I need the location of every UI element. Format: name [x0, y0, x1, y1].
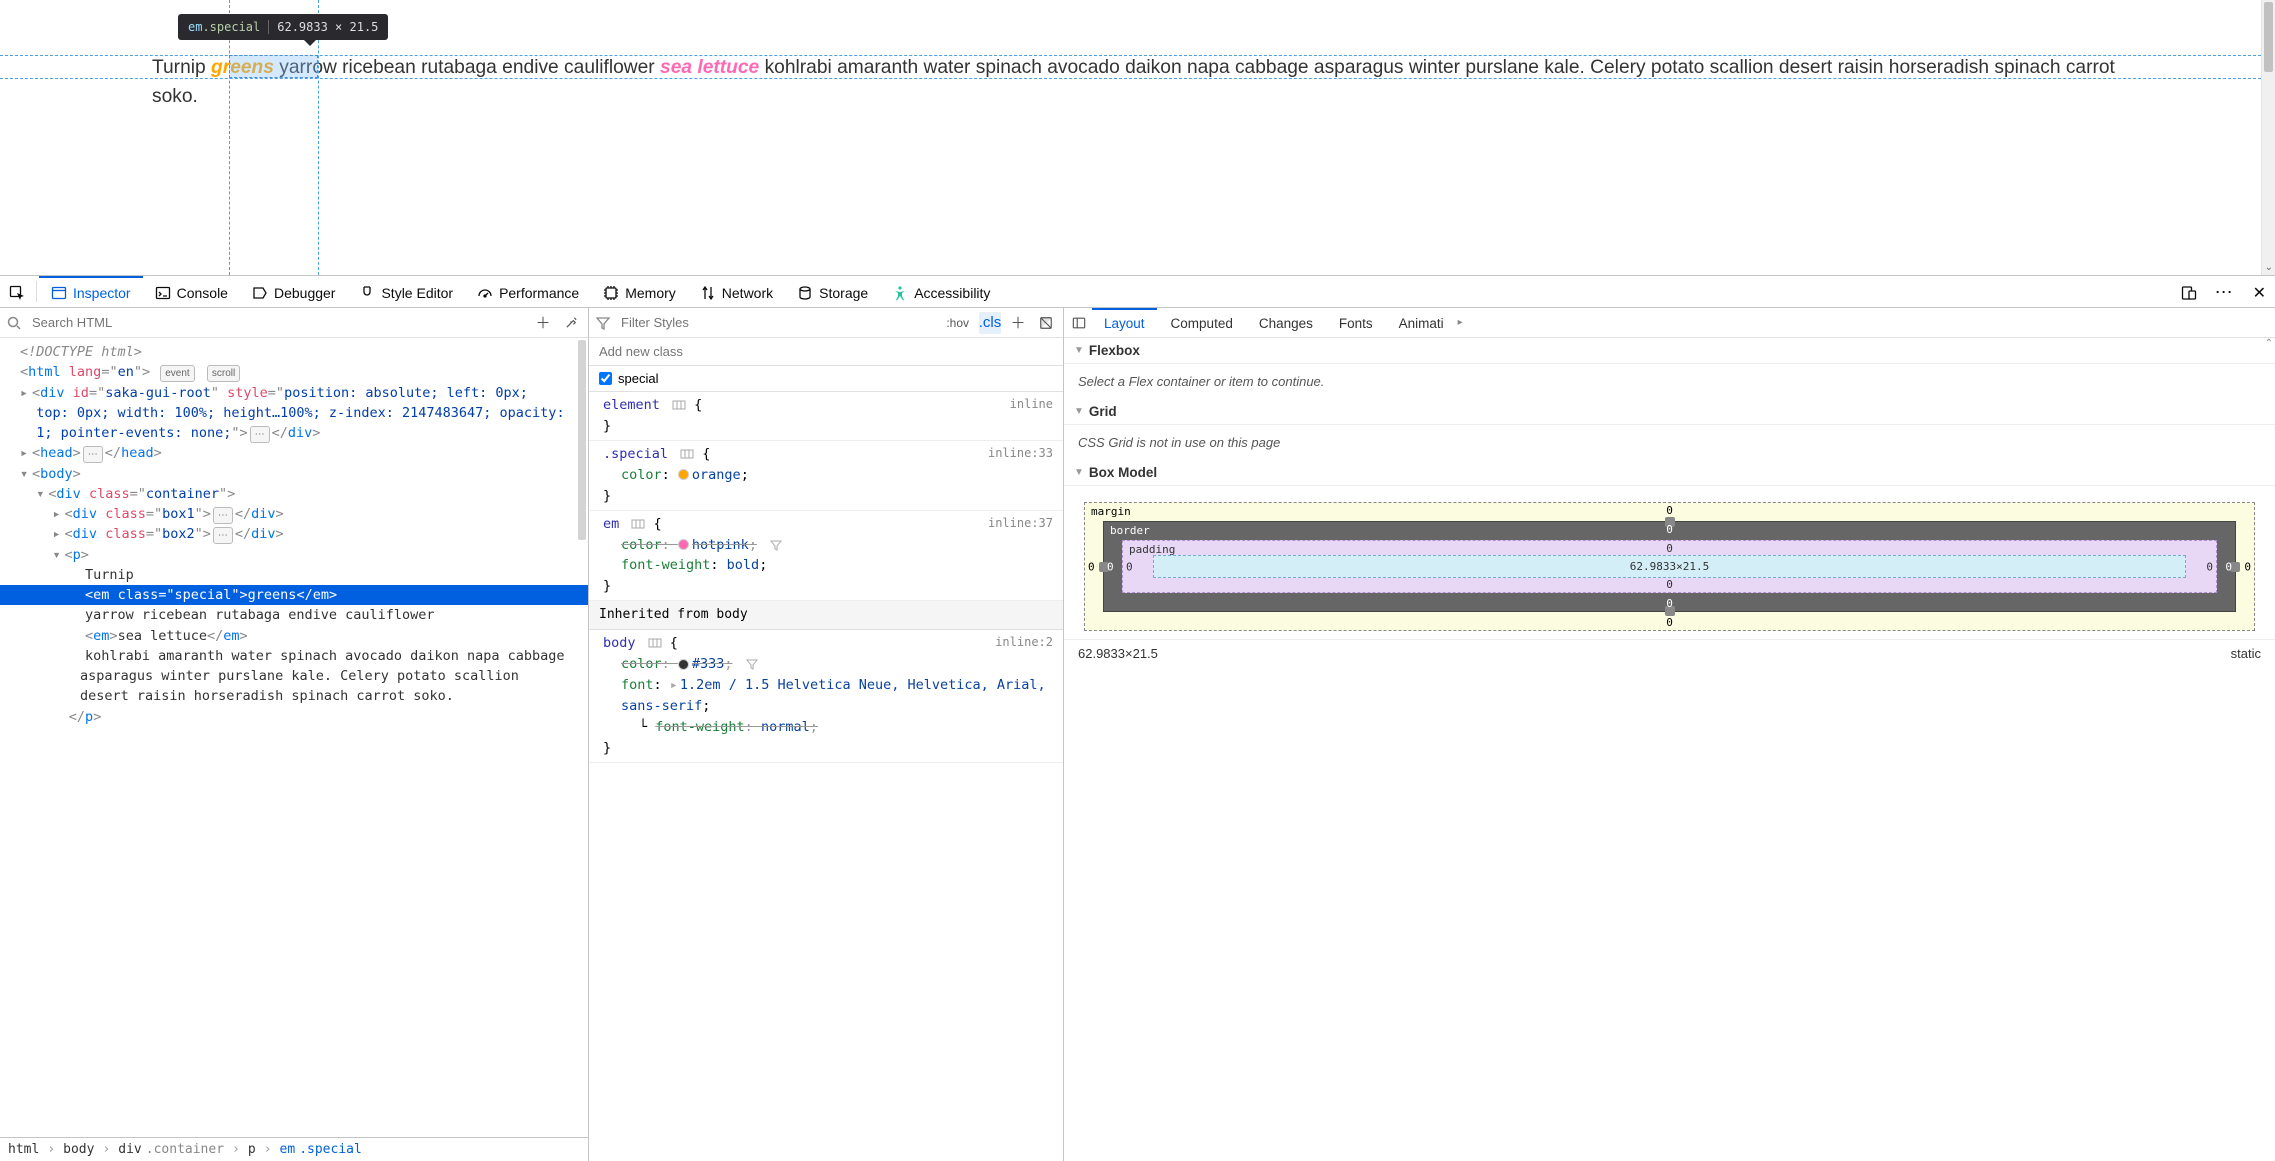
- filter-icon: [595, 315, 611, 331]
- rules-list[interactable]: inline element {} inline:33 .special { c…: [589, 392, 1063, 1161]
- paragraph[interactable]: Turnip greens yarrow ricebean rutabaga e…: [152, 54, 2123, 112]
- tab-accessibility[interactable]: Accessibility: [880, 276, 1002, 307]
- markup-panel: ＋ <!DOCTYPE html> <html lang="en"> event…: [0, 308, 589, 1161]
- tab-animations[interactable]: Animati: [1387, 308, 1456, 337]
- tab-style-editor[interactable]: Style Editor: [347, 276, 465, 307]
- search-icon: [6, 315, 22, 331]
- page-scrollbar[interactable]: ⌄: [2261, 0, 2275, 275]
- hov-button[interactable]: :hov: [942, 314, 973, 332]
- em-plain[interactable]: sea lettuce: [660, 57, 759, 78]
- inspector-tooltip: em.special 62.9833 × 21.5: [178, 14, 388, 40]
- tab-layout[interactable]: Layout: [1092, 308, 1157, 337]
- filter-styles-input[interactable]: [617, 313, 936, 332]
- light-dark-button[interactable]: [1035, 312, 1057, 334]
- tab-memory[interactable]: Memory: [591, 276, 688, 307]
- add-node-button[interactable]: ＋: [532, 312, 554, 334]
- devtools: Inspector Console Debugger Style Editor …: [0, 275, 2275, 1161]
- new-rule-button[interactable]: ＋: [1007, 312, 1029, 334]
- tab-console[interactable]: Console: [143, 276, 240, 307]
- flexbox-header[interactable]: ▼Flexbox: [1064, 338, 2275, 364]
- rules-panel: :hov .cls ＋ special inline element {} in…: [589, 308, 1064, 1161]
- responsive-mode-button[interactable]: [2172, 276, 2206, 307]
- tab-debugger[interactable]: Debugger: [240, 276, 348, 307]
- eyedropper-button[interactable]: [560, 312, 582, 334]
- tab-changes[interactable]: Changes: [1247, 308, 1325, 337]
- markup-tree[interactable]: <!DOCTYPE html> <html lang="en"> event s…: [0, 338, 588, 1137]
- sidebar-toggle-button[interactable]: [1068, 312, 1090, 334]
- more-button[interactable]: ⋯: [2206, 276, 2244, 307]
- tab-performance[interactable]: Performance: [465, 276, 591, 307]
- close-devtools-button[interactable]: ✕: [2244, 276, 2275, 307]
- grid-header[interactable]: ▼Grid: [1064, 399, 2275, 425]
- breadcrumbs[interactable]: html› body› div.container› p› em.special: [0, 1137, 588, 1161]
- filter-icon[interactable]: [769, 538, 783, 552]
- element-highlight: [229, 55, 318, 78]
- rendered-page: em.special 62.9833 × 21.5 Turnip greens …: [0, 0, 2275, 275]
- event-badge[interactable]: event: [160, 365, 194, 382]
- boxmodel-header[interactable]: ▼Box Model: [1064, 460, 2275, 486]
- add-class-input[interactable]: [589, 338, 1063, 366]
- tab-fonts[interactable]: Fonts: [1327, 308, 1385, 337]
- tab-storage[interactable]: Storage: [785, 276, 880, 307]
- markup-scrollbar[interactable]: [576, 338, 588, 1137]
- layout-panel: Layout Computed Changes Fonts Animati ▸ …: [1064, 308, 2275, 1161]
- tab-inspector[interactable]: Inspector: [39, 276, 143, 307]
- flex-icon: [672, 398, 686, 412]
- search-html-input[interactable]: [28, 313, 526, 332]
- scroll-badge[interactable]: scroll: [207, 365, 240, 382]
- selected-node[interactable]: <em class="special">greens</em>: [0, 585, 588, 605]
- tab-computed[interactable]: Computed: [1159, 308, 1245, 337]
- cls-button[interactable]: .cls: [979, 312, 1001, 334]
- pick-element-button[interactable]: [0, 276, 34, 307]
- box-model-diagram[interactable]: margin 0 0 0 0 border 0 0: [1064, 486, 2275, 639]
- tab-network[interactable]: Network: [688, 276, 785, 307]
- class-checkbox-special[interactable]: [599, 372, 612, 385]
- devtools-toolbar: Inspector Console Debugger Style Editor …: [0, 276, 2275, 308]
